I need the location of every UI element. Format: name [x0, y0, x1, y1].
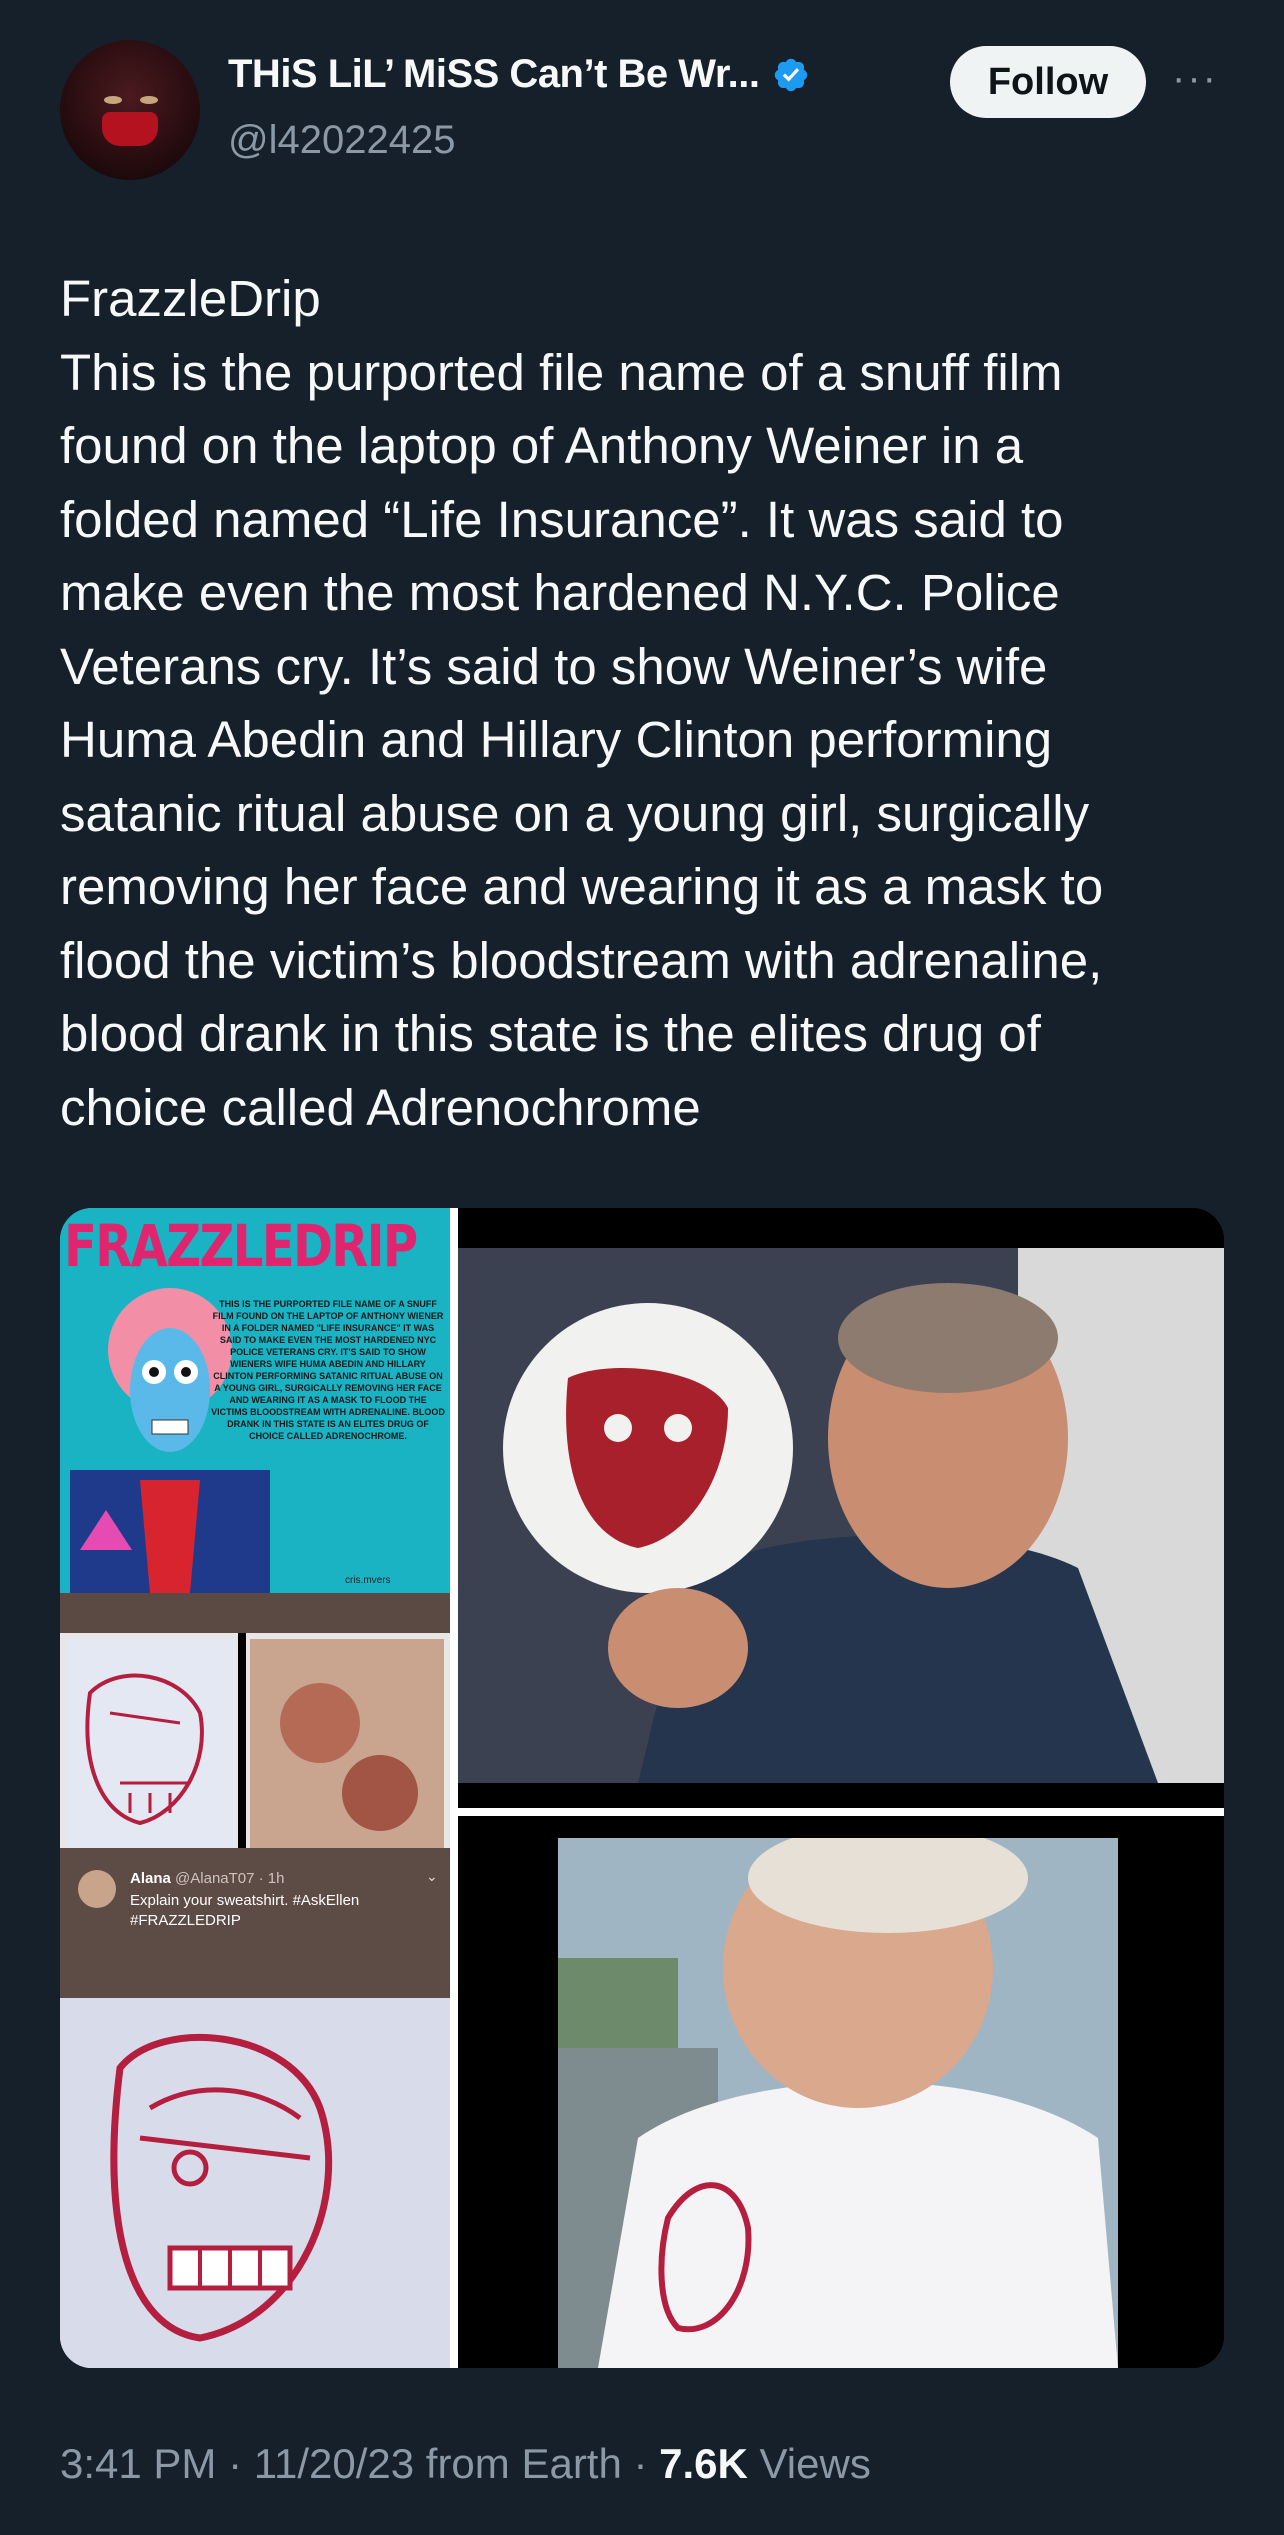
avatar-eye	[140, 96, 158, 104]
embedded-tweet-handle-time: @AlanaT07 · 1h	[175, 1870, 285, 1887]
views-count: 7.6K	[659, 2440, 748, 2487]
embedded-tweet-card: Alana @AlanaT07 · 1h Explain your sweats…	[60, 1848, 450, 1998]
tweet-meta: 3:41 PM · 11/20/23 from Earth · 7.6K Vie…	[60, 2440, 871, 2488]
more-options-icon[interactable]: ···	[1172, 56, 1218, 101]
collage-right-column	[458, 1208, 1224, 2368]
photo-woman-in-sweatshirt	[558, 1838, 1118, 2368]
name-row: THiS LiL’ MiSS Can’t Be Wr...	[228, 52, 810, 97]
verified-badge-icon	[774, 58, 807, 91]
chevron-down-icon: ⌄	[426, 1868, 438, 1884]
tweet-timestamp[interactable]: 3:41 PM · 11/20/23 from Earth ·	[60, 2440, 659, 2487]
embedded-tweet-text: Explain your sweatshirt. #AskEllen	[130, 1892, 360, 1909]
collage-divider	[60, 1593, 450, 1633]
avatar-mask	[102, 112, 158, 146]
views-label: Views	[747, 2440, 871, 2487]
embedded-tweet-author: Alana @AlanaT07 · 1h	[130, 1870, 284, 1887]
collage-divider	[450, 1208, 458, 2368]
tweet-text: FrazzleDrip This is the purported file n…	[60, 270, 1104, 1136]
poster-credit: cris.mvers	[345, 1575, 391, 1586]
embedded-tweet-avatar	[78, 1870, 116, 1908]
tweet-header: THiS LiL’ MiSS Can’t Be Wr... @l42022425…	[0, 0, 1284, 190]
poster-text: THIS IS THE PURPORTED FILE NAME OF A SNU…	[211, 1299, 445, 1441]
frazzledrip-poster: FRAZZLEDRIP THIS IS THE PURPORTED FILE N…	[60, 1208, 450, 1593]
author-display-name[interactable]: THiS LiL’ MiSS Can’t Be Wr...	[228, 52, 760, 97]
author-handle[interactable]: @l42022425	[228, 118, 455, 163]
face-drawing	[60, 1998, 450, 2368]
collage-left-column: FRAZZLEDRIP THIS IS THE PURPORTED FILE N…	[60, 1208, 450, 2368]
embedded-tweet-name: Alana	[130, 1870, 171, 1887]
author-avatar[interactable]	[60, 40, 200, 180]
follow-button[interactable]: Follow	[950, 46, 1146, 118]
collage-divider	[458, 1808, 1224, 1816]
tweet-media-image[interactable]: FRAZZLEDRIP THIS IS THE PURPORTED FILE N…	[60, 1208, 1224, 2368]
embedded-tweet-hashtag: #FRAZZLEDRIP	[130, 1912, 241, 1929]
avatar-eye	[104, 96, 122, 104]
photo-man-with-volleyball	[458, 1248, 1224, 1783]
drawing-thumbnails	[60, 1633, 450, 1863]
poster-title: FRAZZLEDRIP	[64, 1212, 418, 1280]
